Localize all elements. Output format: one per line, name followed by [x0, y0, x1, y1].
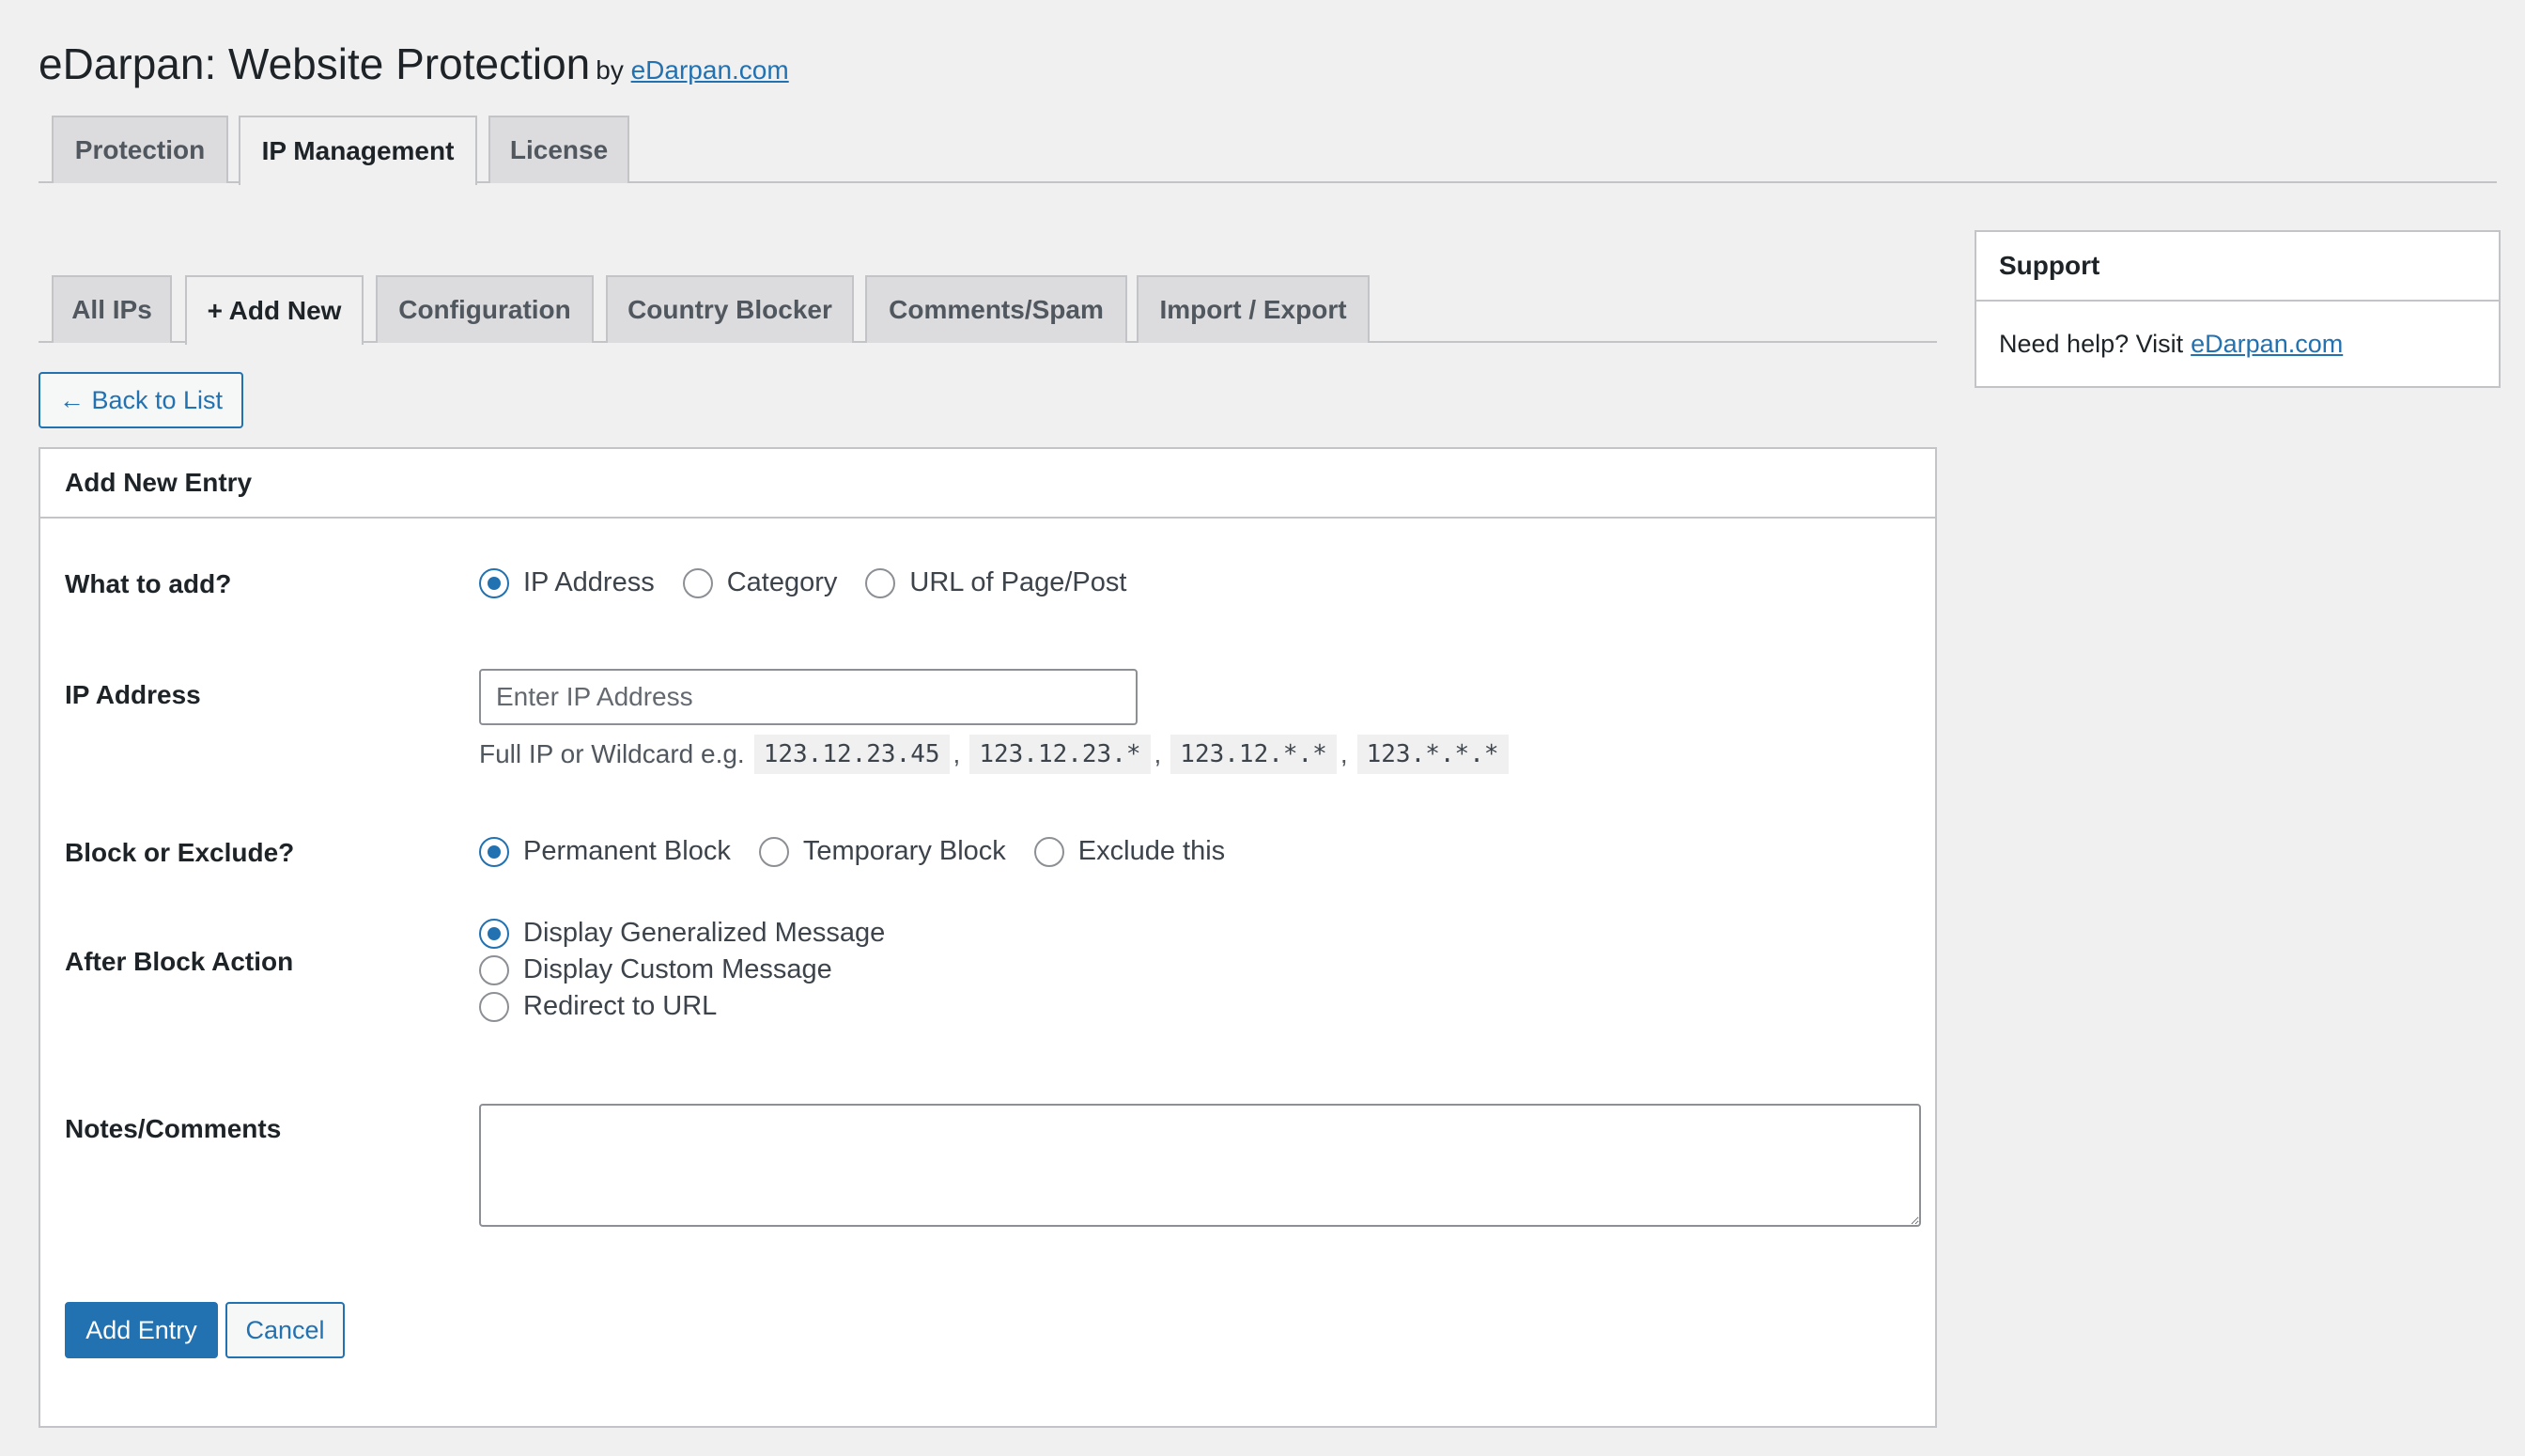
tab-comments-spam[interactable]: Comments/Spam — [865, 275, 1127, 343]
radio-url[interactable]: URL of Page/Post — [865, 567, 1126, 598]
by-line: by eDarpan.com — [596, 55, 789, 85]
notes-label: Notes/Comments — [65, 1114, 282, 1143]
radio-category[interactable]: Category — [682, 567, 837, 598]
panel-heading: Add New Entry — [40, 449, 1935, 519]
radio-temporary-block[interactable]: Temporary Block — [758, 836, 1006, 867]
back-to-list-button[interactable]: ← Back to List — [39, 372, 243, 428]
tab-configuration[interactable]: Configuration — [376, 275, 594, 343]
tab-country-blocker[interactable]: Country Blocker — [606, 275, 854, 343]
after-block-action-options: Display Generalized Message Display Cust… — [479, 915, 885, 1025]
radio-button[interactable] — [758, 836, 789, 867]
edarpan-link[interactable]: eDarpan.com — [631, 55, 789, 85]
ip-address-label: IP Address — [65, 680, 201, 709]
ip-hint: Full IP or Wildcard e.g. 123.12.23.45, 1… — [479, 734, 1509, 775]
tab-ip-management[interactable]: IP Management — [239, 116, 477, 185]
ip-example: 123.*.*.* — [1356, 735, 1509, 774]
what-to-add-options: IP Address Category URL of Page/Post — [479, 567, 1126, 598]
radio-button[interactable] — [865, 567, 896, 598]
radio-button[interactable] — [479, 954, 509, 985]
ip-example: 123.12.23.* — [969, 735, 1151, 774]
radio-redirect-url[interactable]: Redirect to URL — [479, 988, 885, 1025]
radio-button[interactable] — [682, 567, 713, 598]
radio-custom-message[interactable]: Display Custom Message — [479, 952, 885, 988]
page-title-text: eDarpan: Website Protection — [39, 39, 591, 88]
add-entry-panel: Add New Entry What to add? IP Address Ca… — [39, 447, 1937, 1428]
after-block-action-label: After Block Action — [65, 947, 294, 976]
ip-example: 123.12.*.* — [1170, 735, 1337, 774]
tab-add-new[interactable]: + Add New — [185, 275, 364, 345]
tab-import-export[interactable]: Import / Export — [1137, 275, 1370, 343]
tab-protection[interactable]: Protection — [52, 116, 228, 183]
radio-ip-address[interactable]: IP Address — [479, 567, 655, 598]
cancel-button[interactable]: Cancel — [225, 1302, 345, 1358]
ip-address-input[interactable] — [479, 669, 1138, 725]
support-link[interactable]: eDarpan.com — [2191, 330, 2343, 359]
radio-button-checked[interactable] — [479, 836, 509, 867]
what-to-add-label: What to add? — [65, 569, 232, 598]
radio-exclude[interactable]: Exclude this — [1033, 836, 1225, 867]
radio-button-checked[interactable] — [479, 918, 509, 949]
radio-permanent-block[interactable]: Permanent Block — [479, 836, 731, 867]
add-entry-button[interactable]: Add Entry — [65, 1302, 218, 1358]
support-title: Support — [1976, 232, 2499, 302]
support-box: Support Need help? Visit eDarpan.com — [1975, 230, 2501, 388]
block-or-exclude-options: Permanent Block Temporary Block Exclude … — [479, 836, 1225, 867]
notes-textarea[interactable] — [479, 1104, 1921, 1227]
ip-example: 123.12.23.45 — [753, 735, 950, 774]
block-or-exclude-label: Block or Exclude? — [65, 838, 295, 867]
radio-button[interactable] — [1033, 836, 1064, 867]
sub-tabs: All IPs + Add New Configuration Country … — [39, 275, 1937, 345]
support-text: Need help? Visit eDarpan.com — [1999, 329, 2344, 359]
main-tabs: Protection IP Management License — [39, 116, 2497, 185]
radio-generalized-message[interactable]: Display Generalized Message — [479, 915, 885, 952]
tab-all-ips[interactable]: All IPs — [52, 275, 172, 343]
radio-button-checked[interactable] — [479, 567, 509, 598]
radio-button[interactable] — [479, 991, 509, 1022]
tab-license[interactable]: License — [488, 116, 629, 183]
page-title: eDarpan: Website Protection by eDarpan.co… — [39, 38, 789, 97]
